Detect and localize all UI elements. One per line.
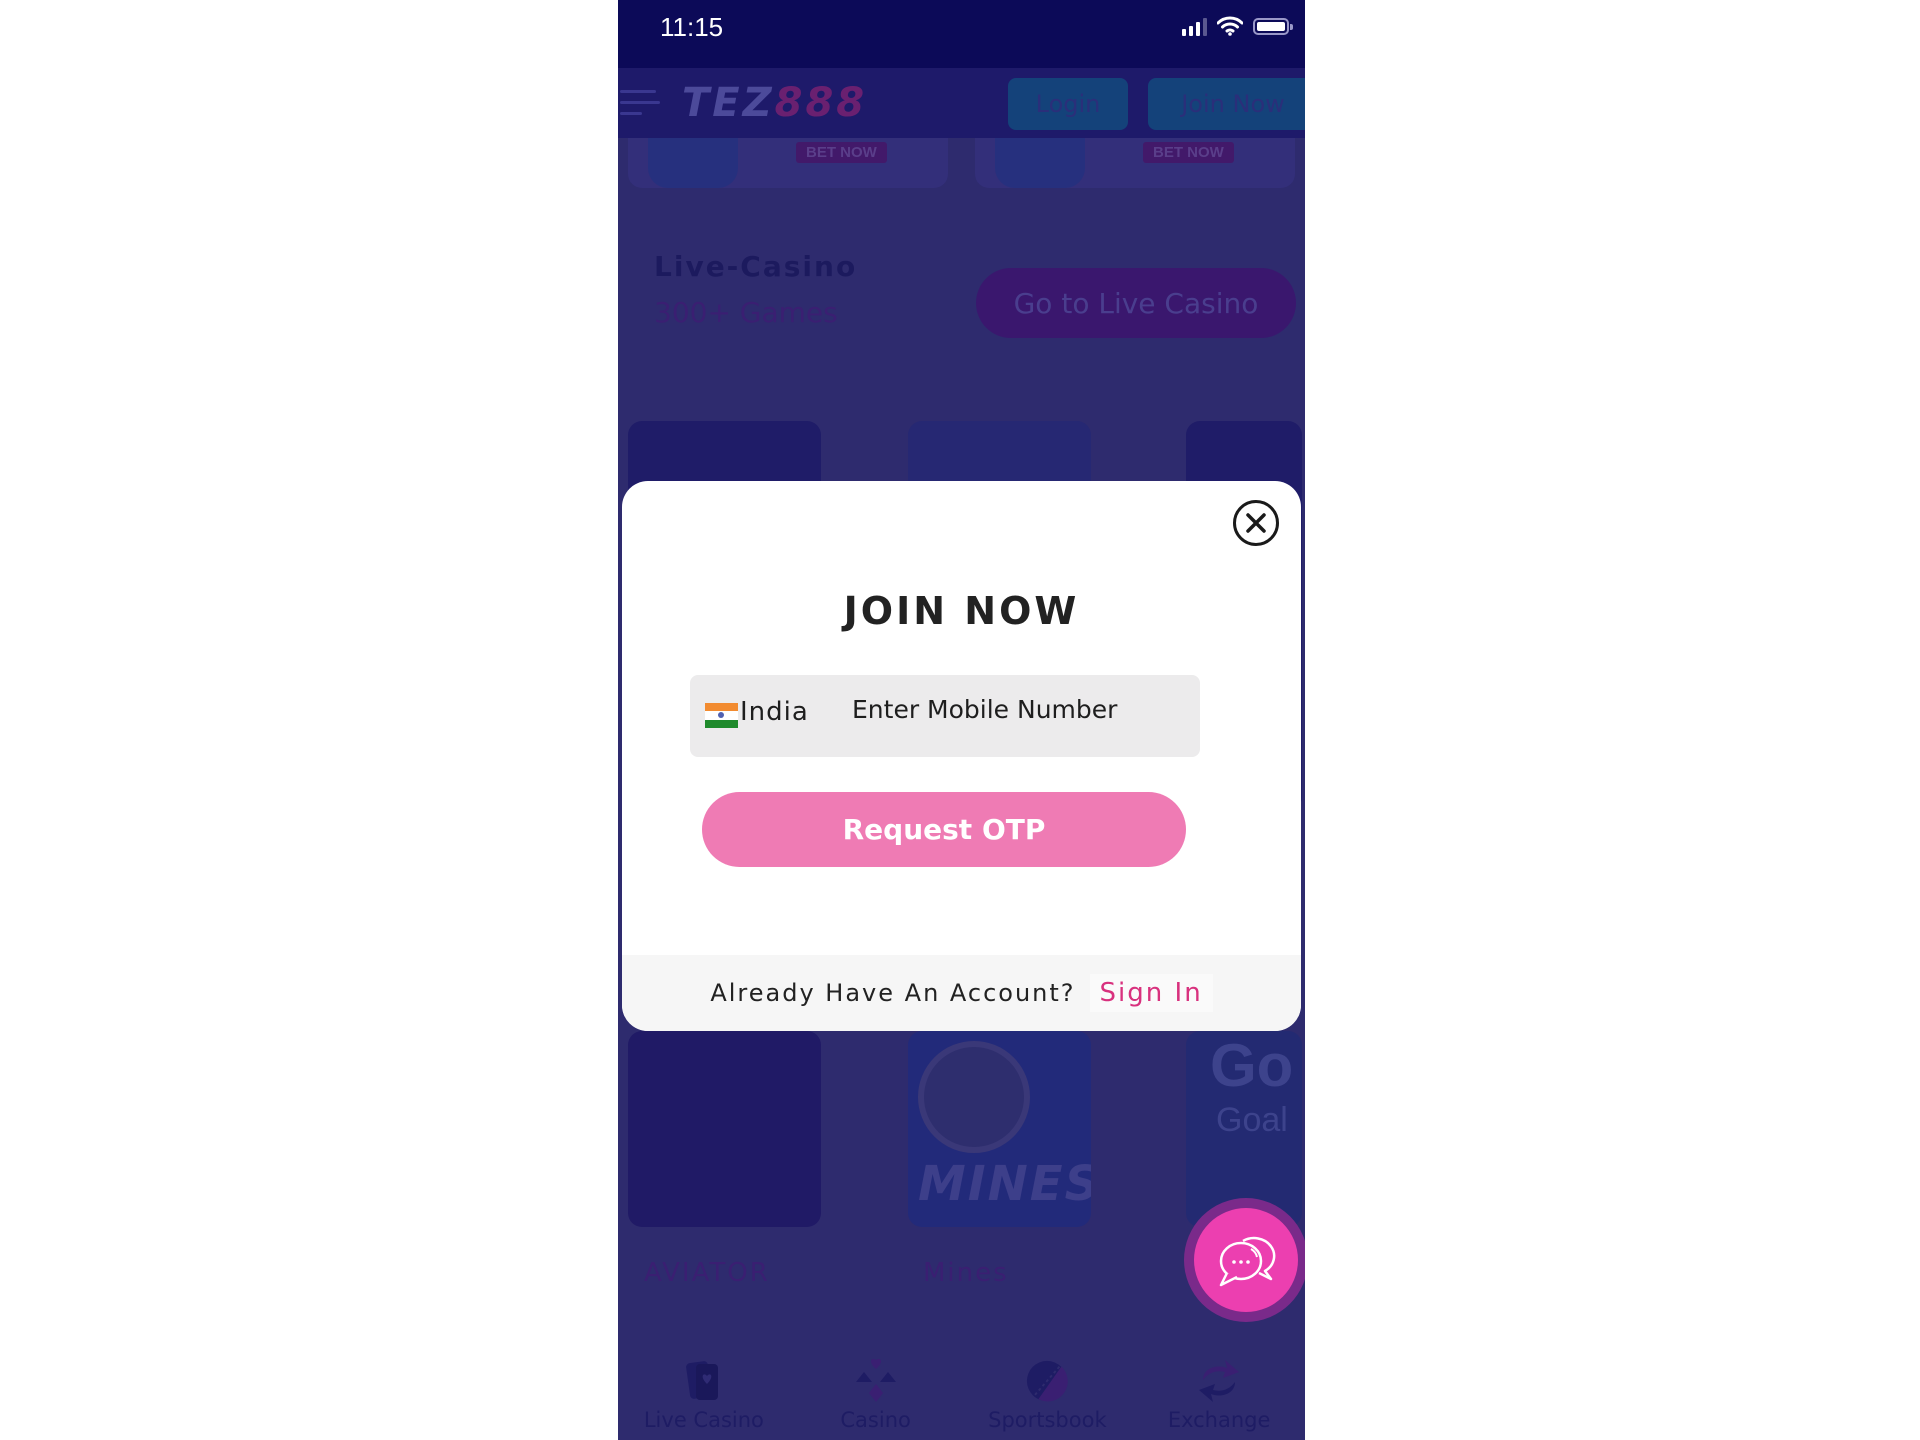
game-label: AVIATOR [644,1258,770,1288]
section-title: Live-Casino [654,250,858,283]
modal-title: JOIN NOW [843,589,1080,633]
logo-primary: TEZ [682,80,775,126]
promo-banner[interactable]: BET NOW [628,138,948,188]
bottom-nav: Live Casino Casino Sportsbook Exchange [618,1358,1305,1440]
country-selector[interactable]: India [740,697,809,727]
nav-item-exchange[interactable]: Exchange [1133,1358,1305,1440]
wifi-icon [1217,16,1243,36]
go-to-live-casino-button[interactable]: Go to Live Casino [976,268,1296,338]
nav-item-live-casino[interactable]: Live Casino [618,1358,790,1440]
nav-label: Live Casino [643,1408,764,1432]
game-card-mines[interactable]: MINES [908,1031,1091,1227]
section-subtitle: 300+ Games [654,296,838,329]
promo-image [995,138,1085,188]
brand-logo[interactable]: TEZ888 [682,80,867,126]
goal-art-subtext: Goal [1216,1101,1288,1139]
bet-now-button[interactable]: BET NOW [1143,142,1234,163]
join-now-button[interactable]: Join Now [1148,78,1305,130]
card-suits-icon [854,1358,898,1404]
phone-number-field: India [690,675,1200,757]
promo-banner[interactable]: BET NOW [975,138,1295,188]
india-flag-icon[interactable] [705,703,738,728]
exchange-arrows-icon [1197,1358,1241,1404]
close-button[interactable] [1233,500,1279,546]
sign-in-link[interactable]: Sign In [1089,974,1213,1012]
close-icon [1246,513,1266,533]
nav-label: Casino [840,1408,911,1432]
menu-icon[interactable] [620,90,660,123]
nav-label: Exchange [1167,1408,1271,1432]
cricket-ball-icon [1025,1358,1069,1404]
bet-now-button[interactable]: BET NOW [796,142,887,163]
cellular-signal-icon [1182,16,1207,36]
join-now-modal: JOIN NOW India Request OTP Already Have … [622,481,1301,1031]
chat-support-button[interactable] [1184,1198,1305,1322]
nav-item-casino[interactable]: Casino [790,1358,962,1440]
logo-secondary: 888 [774,80,868,126]
mobile-number-input[interactable] [852,695,1172,724]
already-have-account-text: Already Have An Account? [710,979,1076,1007]
nav-item-sportsbook[interactable]: Sportsbook [962,1358,1134,1440]
promo-image [648,138,738,188]
request-otp-button[interactable]: Request OTP [702,792,1186,867]
mines-coin-art [918,1041,1030,1153]
modal-footer: Already Have An Account? Sign In [622,955,1301,1031]
game-card-aviator[interactable] [628,1031,821,1227]
mines-art-text: MINES [918,1156,1091,1212]
status-icons [1182,16,1293,36]
battery-icon [1253,17,1293,35]
goal-art-text: Go [1210,1032,1294,1099]
nav-label: Sportsbook [988,1408,1107,1432]
login-button[interactable]: Login [1008,78,1128,130]
playing-cards-icon [682,1358,726,1404]
status-time: 11:15 [660,12,724,42]
site-header: TEZ888 Login Join Now [618,68,1305,138]
status-bar: 11:15 [618,0,1305,68]
game-label: Mines [923,1258,1009,1288]
chat-bubbles-icon [1219,1236,1276,1287]
